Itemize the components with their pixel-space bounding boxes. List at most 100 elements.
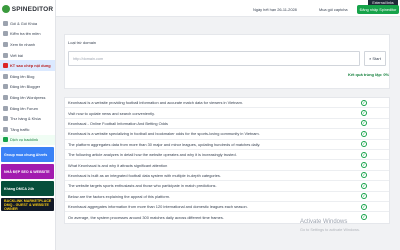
menu-item-icon (3, 105, 8, 111)
sidebar-item[interactable]: Viết bài (0, 50, 55, 61)
login-button[interactable]: Đăng nhập Spineditor (357, 5, 399, 14)
check-icon: ✓ (361, 151, 367, 158)
menu-item-icon (3, 52, 8, 58)
sidebar-item-label: Đăng lên Wordpress (10, 94, 46, 100)
table-row: Keonhacai is built as an integrated foot… (65, 171, 389, 182)
menu-item-icon (3, 63, 8, 69)
check-icon: ✓ (361, 172, 367, 179)
menu-item-icon (3, 126, 8, 132)
sidebar-item[interactable]: Kiểm tra tên miền (0, 29, 55, 40)
table-row: Below are the factors explaining the app… (65, 192, 389, 202)
sidebar-item-label: Đăng lên Forum (10, 105, 38, 111)
sidebar-item[interactable]: Dịch vụ backlink (0, 134, 55, 146)
sidebar-item-label: Viết bài (10, 52, 23, 58)
row-sentence: The platform aggregates data from more t… (68, 141, 261, 147)
sidebar-item[interactable]: KT sao chép nội dung (0, 60, 55, 71)
topbar: External links Ngày hết hạn 26-11-2028 M… (56, 0, 400, 17)
sidebar-item[interactable]: Xem tin nhanh (0, 39, 55, 50)
check-icon: ✓ (361, 110, 367, 117)
row-status: ✓ (339, 141, 389, 148)
sidebar-item-label: Xem tin nhanh (10, 41, 36, 47)
row-status: ✓ (339, 172, 389, 179)
sidebar-banners: Group mua chung Ahrefs NHÀ ĐẸP SEO & WEBS… (0, 147, 55, 212)
menu-item-icon (3, 84, 8, 90)
row-sentence: Keonhacai is built as an integrated foot… (68, 172, 221, 178)
domain-check-card: Loại trừ domain ⌕ Start Kết quả trùng lặ… (64, 34, 390, 89)
row-sentence: The following article analyzes in detail… (68, 152, 237, 158)
results-table: Keonhacai is a website providing footbal… (64, 97, 390, 224)
table-row: Keonhacai is a website specializing in f… (65, 129, 389, 140)
check-icon: ✓ (361, 193, 367, 200)
menu-item-icon (3, 73, 8, 79)
sidebar-nav: Gói & Gói Khóa Kiểm tra tên miền Xem tin n… (0, 18, 55, 146)
menu-item-icon (3, 31, 8, 37)
start-button[interactable]: ⌕ Start (364, 51, 386, 66)
search-icon: ⌕ (369, 56, 372, 61)
row-sentence: Below are the factors explaining the app… (68, 193, 171, 199)
check-icon: ✓ (361, 182, 367, 189)
check-icon: ✓ (361, 214, 367, 221)
row-status: ✓ (339, 120, 389, 127)
row-sentence: Keonhacai is a website specializing in f… (68, 131, 260, 137)
app-root: SPINEDITOR Gói & Gói Khóa Kiểm tra tên mi… (0, 0, 400, 250)
table-row: Keonhacai - Online Football Information … (65, 119, 389, 130)
row-status: ✓ (339, 162, 389, 169)
menu-item-icon (3, 41, 8, 47)
check-icon: ✓ (361, 162, 367, 169)
sidebar-item[interactable]: Tăng traffic (0, 124, 55, 135)
sidebar-item-label: Gói & Gói Khóa (10, 20, 38, 26)
menu-item-icon (3, 116, 8, 122)
table-row: Keonhacai is a website providing footbal… (65, 98, 389, 109)
check-icon: ✓ (361, 99, 367, 106)
menu-item-icon (3, 137, 8, 143)
duplicate-result-title: Kết quả trùng lặp: 0% (348, 72, 390, 77)
sidebar-item-label: Kiểm tra tên miền (10, 31, 41, 37)
logo-text: SPINEDITOR (11, 5, 54, 13)
row-status: ✓ (339, 130, 389, 137)
sidebar-banner[interactable]: Kháng DMCA 24h (1, 181, 54, 197)
sidebar: SPINEDITOR Gói & Gói Khóa Kiểm tra tên mi… (0, 0, 56, 250)
sidebar-banner[interactable]: NHÀ ĐẸP SEO & WEBSITE (1, 164, 54, 180)
row-status: ✓ (339, 203, 389, 210)
row-sentence: The website targets sports enthusiasts a… (68, 183, 217, 189)
sidebar-item-label: Đăng lên Blog (10, 73, 35, 79)
check-icon: ✓ (361, 120, 367, 127)
buy-captcha-link[interactable]: Mua gói captcha (319, 7, 348, 12)
row-sentence: Keonhacai - Online Football Information … (68, 120, 168, 126)
exclude-domain-label: Loại trừ domain (68, 40, 97, 45)
row-sentence: What Keonhacai is and why it attracts si… (68, 162, 168, 168)
expiry-date: Ngày hết hạn 26-11-2028 (253, 7, 297, 12)
row-sentence: On average, the system processes around … (68, 214, 224, 220)
check-icon: ✓ (361, 130, 367, 137)
sidebar-banner[interactable]: Group mua chung Ahrefs (1, 147, 54, 163)
start-button-label: Start (372, 56, 381, 61)
table-row: Keonhacai aggregates information from mo… (65, 202, 389, 213)
sidebar-item[interactable]: Đăng lên Forum (0, 103, 55, 114)
logo[interactable]: SPINEDITOR (0, 0, 55, 18)
sidebar-item-label: Đăng lên Blogger (10, 84, 41, 90)
sidebar-item[interactable]: Gói & Gói Khóa (0, 18, 55, 29)
sidebar-item-label: Thư hàng & Khóa (10, 116, 41, 122)
sidebar-banner[interactable]: BACKLINK MARKETPLACE DMQ - GUEST & WEBSI… (1, 198, 54, 212)
table-row: What Keonhacai is and why it attracts si… (65, 160, 389, 171)
row-sentence: Keonhacai aggregates information from mo… (68, 204, 248, 210)
row-status: ✓ (339, 151, 389, 158)
check-icon: ✓ (361, 141, 367, 148)
sidebar-item[interactable]: Đăng lên Blog (0, 71, 55, 82)
sidebar-item[interactable]: Đăng lên Blogger (0, 82, 55, 93)
activate-windows-watermark: Activate Windows (300, 219, 348, 225)
sidebar-item[interactable]: Thư hàng & Khóa (0, 113, 55, 124)
activate-windows-subtitle: Go to Settings to activate Windows. (300, 228, 360, 232)
check-icon: ✓ (361, 203, 367, 210)
exclude-domain-input[interactable] (68, 51, 360, 66)
row-sentence: Visit now to update news and search conv… (68, 110, 155, 116)
row-status: ✓ (339, 182, 389, 189)
menu-item-icon (3, 20, 8, 26)
row-sentence: Keonhacai is a website providing footbal… (68, 100, 243, 106)
table-row: Visit now to update news and search conv… (65, 108, 389, 119)
sidebar-item-label: Tăng traffic (10, 126, 30, 132)
table-row: The following article analyzes in detail… (65, 150, 389, 161)
sidebar-item-label: KT sao chép nội dung (10, 63, 51, 69)
sidebar-item[interactable]: Đăng lên Wordpress (0, 92, 55, 103)
table-row: The website targets sports enthusiasts a… (65, 181, 389, 192)
